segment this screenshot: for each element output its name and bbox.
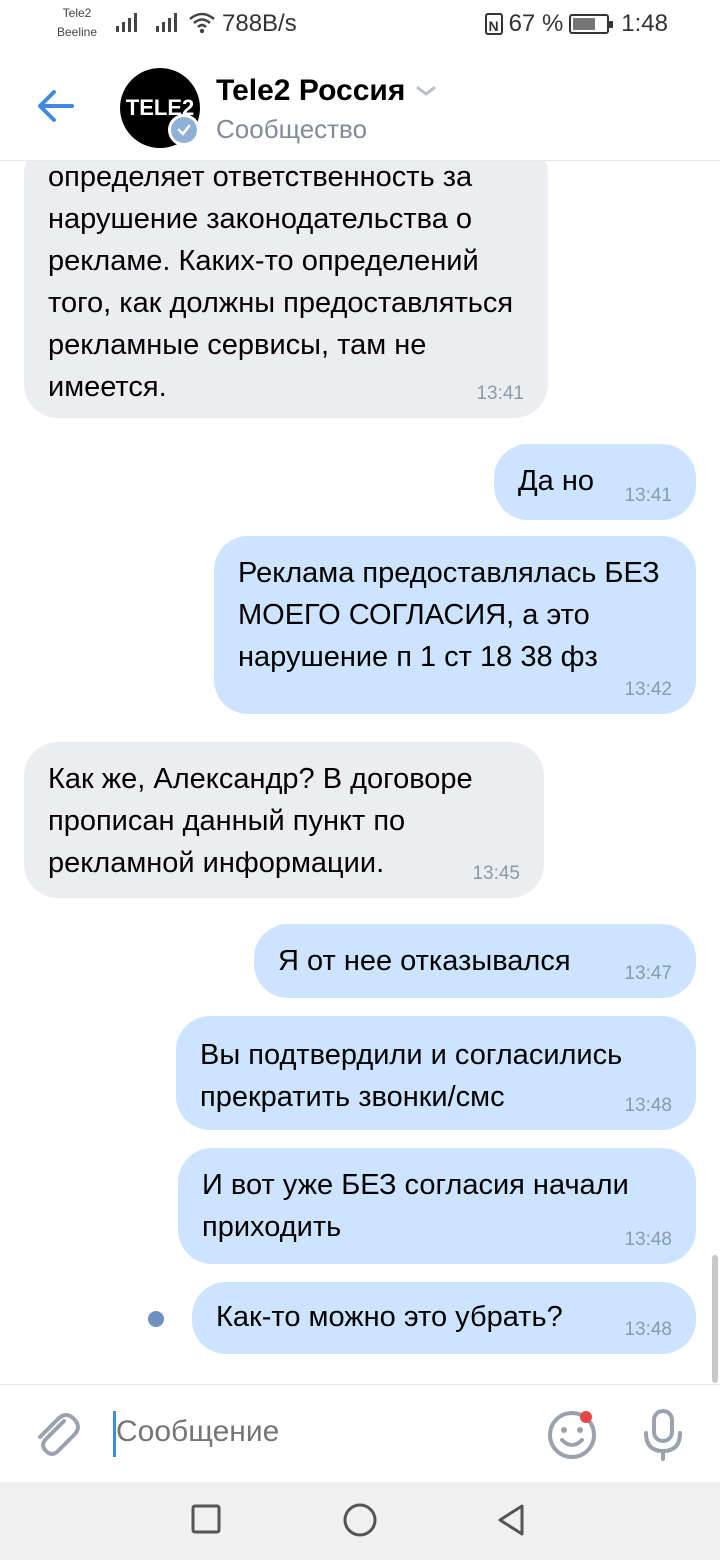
chat-subtitle: Сообщество — [216, 114, 368, 144]
clock: 1:48 — [621, 10, 668, 37]
message-text: Я от нее отказывался — [278, 945, 571, 977]
message-text: Как-то можно это убрать? — [216, 1301, 563, 1333]
message-bubble-incoming[interactable]: определяет ответственность за нарушение … — [24, 140, 548, 418]
nfc-icon: N — [484, 13, 503, 35]
message-composer — [0, 1384, 720, 1483]
wifi-icon — [189, 12, 215, 34]
message-time: 13:42 — [624, 679, 672, 700]
carrier-2: Beeline — [56, 25, 98, 39]
arrow-left-icon[interactable] — [30, 82, 82, 130]
message-text: Реклама предоставлялась БЕЗ МОЕГО СОГЛАС… — [238, 557, 660, 673]
chat-title-text: Tele2 Россия — [216, 74, 406, 107]
emoji-notification-dot — [580, 1411, 592, 1423]
message-time: 13:48 — [624, 1229, 672, 1250]
message-time: 13:45 — [472, 863, 520, 884]
carrier-names: Tele2 Beeline — [50, 4, 104, 42]
message-time: 13:48 — [624, 1095, 672, 1116]
message-time: 13:47 — [624, 963, 672, 984]
back-triangle-icon[interactable] — [494, 1502, 528, 1538]
check-badge-icon — [168, 114, 200, 146]
system-navigation-bar — [0, 1482, 720, 1560]
message-text: Как же, Александр? В договоре прописан д… — [48, 763, 473, 879]
battery-percent: 67 % — [508, 10, 564, 37]
microphone-icon[interactable] — [640, 1407, 686, 1463]
recent-apps-icon[interactable] — [190, 1502, 222, 1536]
message-bubble-outgoing[interactable]: И вот уже БЕЗ согласия начали приходить … — [178, 1148, 696, 1264]
unread-indicator — [148, 1311, 164, 1327]
message-bubble-incoming[interactable]: Как же, Александр? В договоре прописан д… — [24, 742, 544, 898]
message-text: определяет ответственность за нарушение … — [48, 161, 514, 403]
message-bubble-outgoing[interactable]: Да но 13:41 — [494, 444, 696, 520]
status-bar: Tele2 Beeline 788B/s N 67 % 1:48 — [0, 0, 720, 52]
message-text: И вот уже БЕЗ согласия начали приходить — [202, 1169, 629, 1243]
message-time: 13:41 — [624, 485, 672, 506]
chevron-down-icon — [416, 86, 436, 96]
message-list: определяет ответственность за нарушение … — [0, 0, 720, 1384]
message-bubble-outgoing[interactable]: Реклама предоставлялась БЕЗ МОЕГО СОГЛАС… — [214, 536, 696, 714]
chat-header: TELE2 Tele2 Россия Сообщество — [0, 52, 720, 161]
status-right: N 67 % 1:48 — [484, 10, 668, 38]
message-bubble-outgoing[interactable]: Я от нее отказывался 13:47 — [254, 924, 696, 998]
signal-1-icon — [116, 12, 137, 32]
home-icon[interactable] — [342, 1502, 378, 1538]
message-input[interactable] — [116, 1415, 516, 1449]
signal-2-icon — [156, 12, 177, 32]
message-bubble-outgoing[interactable]: Как-то можно это убрать? 13:48 — [192, 1282, 696, 1354]
message-bubble-outgoing[interactable]: Вы подтвердили и согласились прекратить … — [176, 1016, 696, 1130]
carrier-1: Tele2 — [62, 6, 92, 20]
network-speed: 788B/s — [222, 10, 297, 37]
paperclip-icon[interactable] — [30, 1407, 80, 1461]
message-text: Вы подтвердили и согласились прекратить … — [200, 1039, 623, 1113]
message-time: 13:41 — [476, 383, 524, 404]
battery-icon — [569, 14, 614, 34]
chat-title[interactable]: Tele2 Россия — [216, 74, 437, 108]
message-time: 13:48 — [624, 1319, 672, 1340]
scrollbar[interactable] — [712, 1255, 718, 1383]
